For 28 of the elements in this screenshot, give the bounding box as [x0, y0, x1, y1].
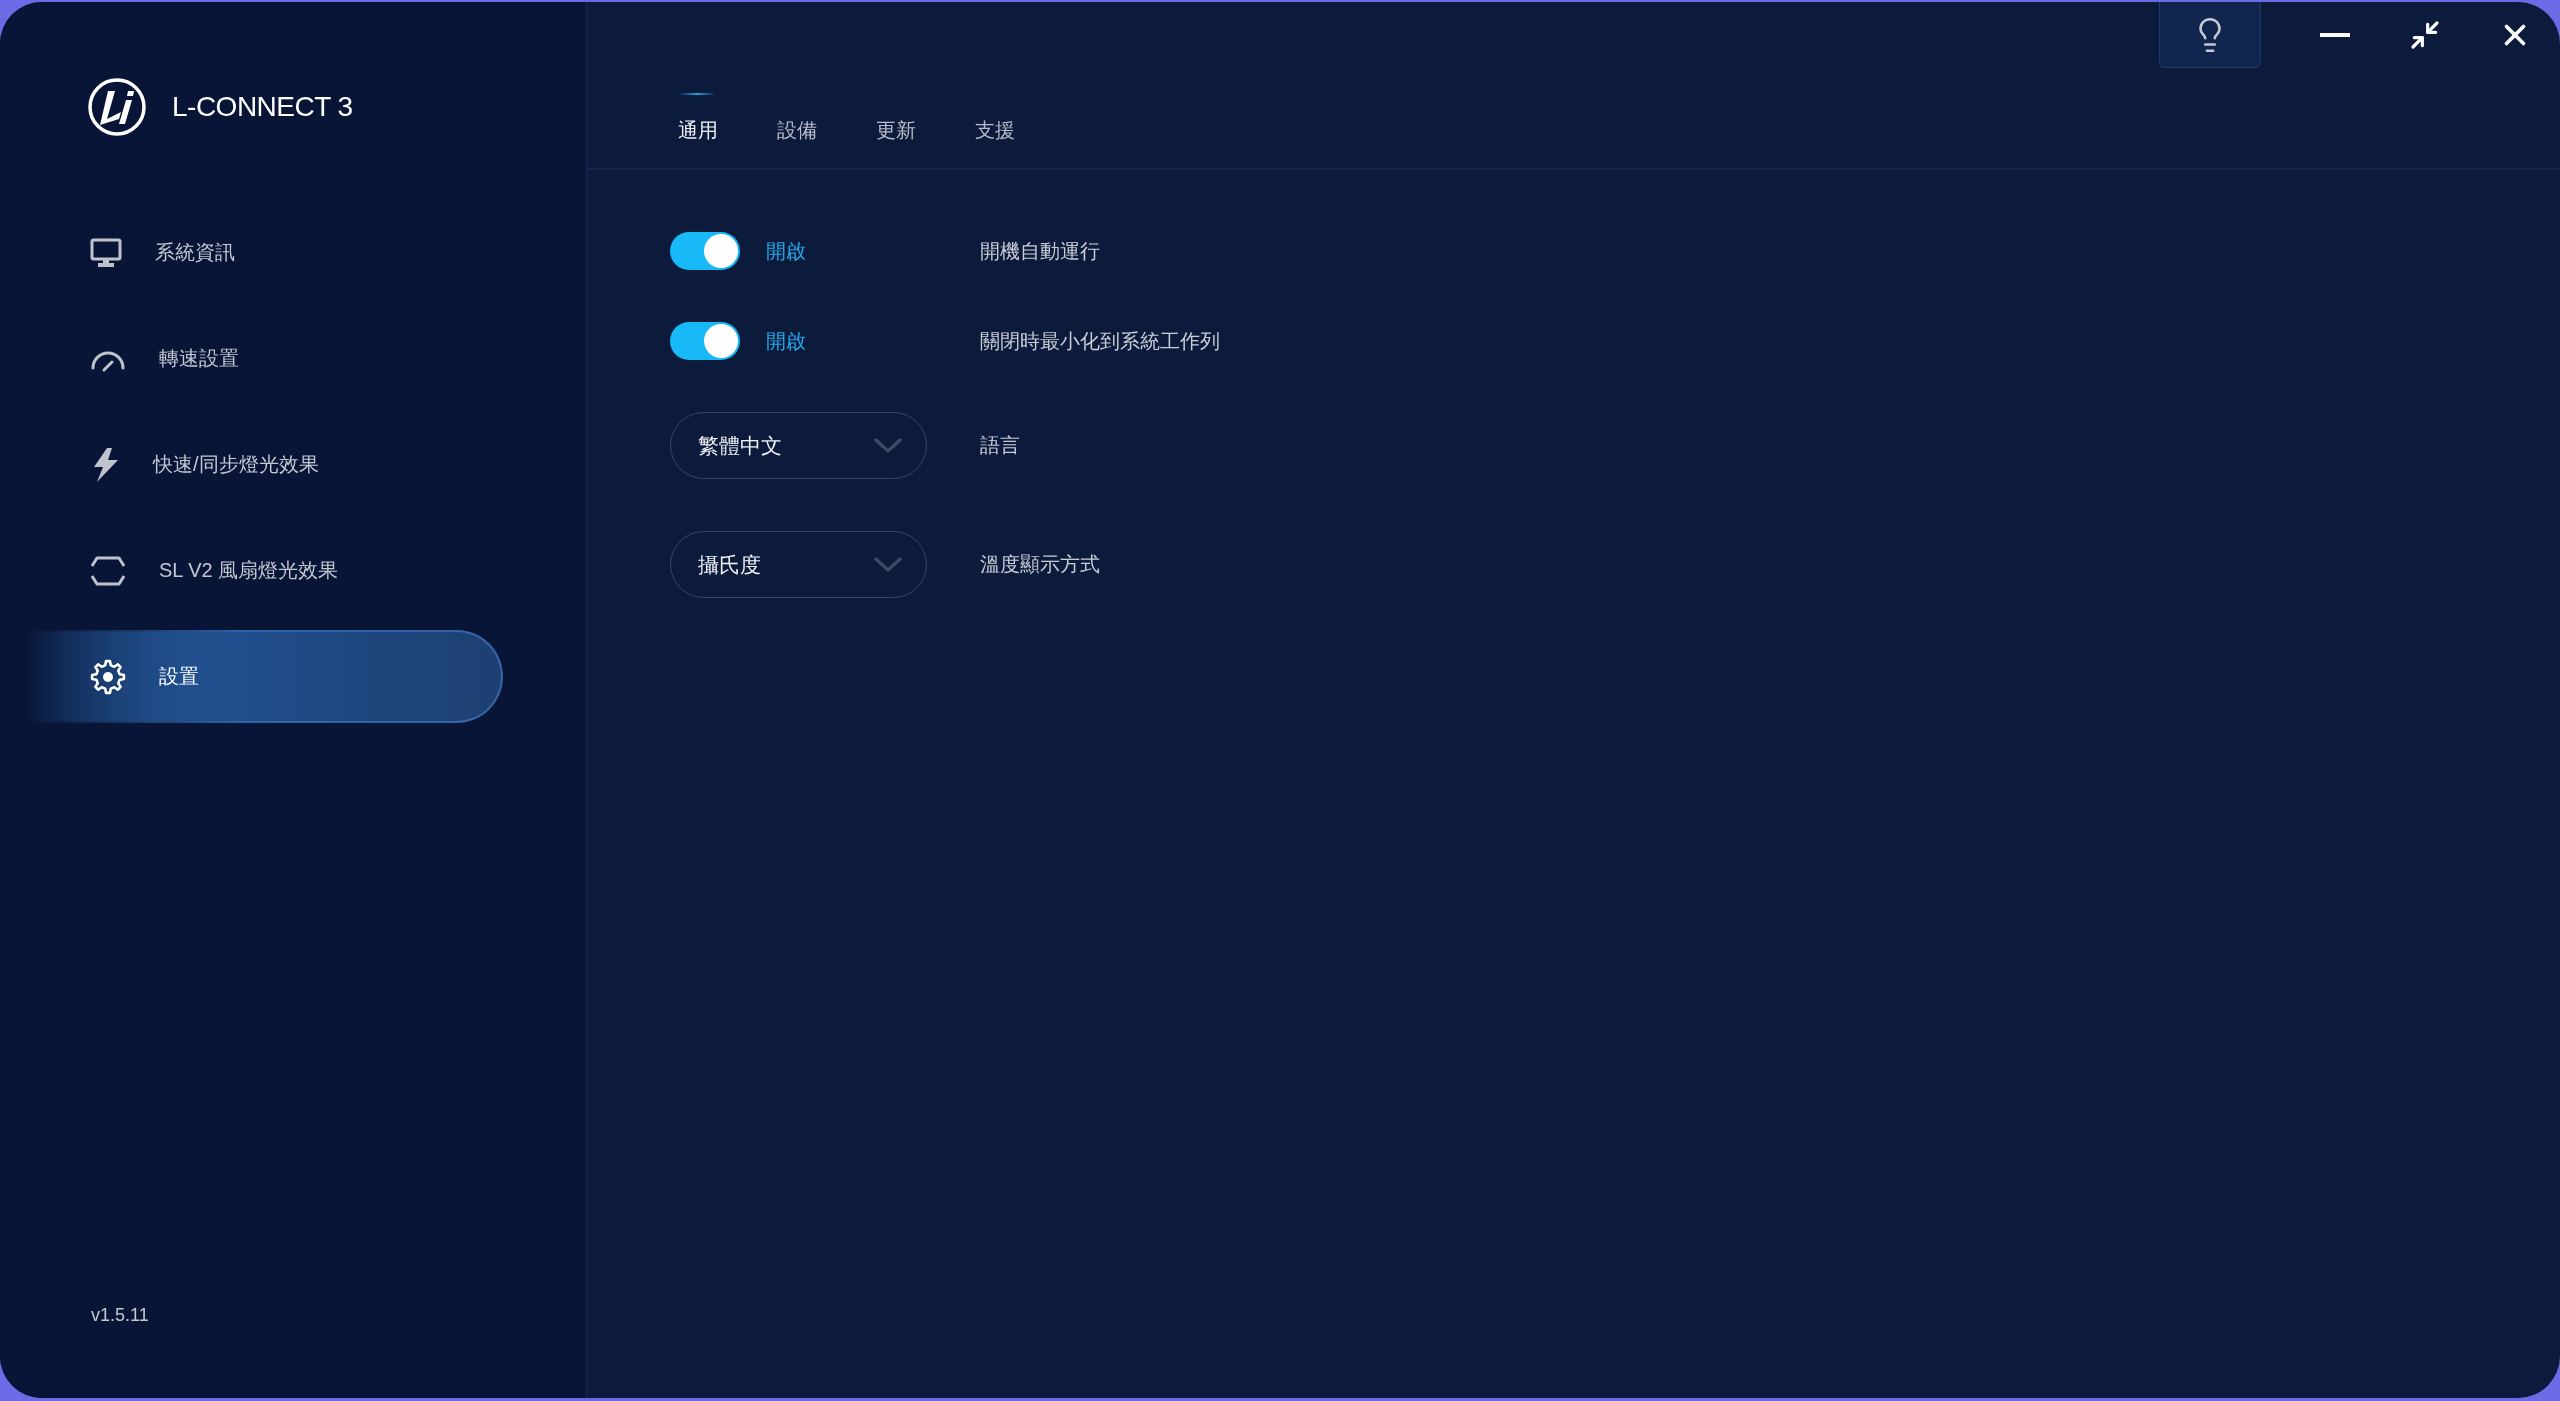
- inward-arrows-icon: [2409, 19, 2441, 51]
- gear-icon: [90, 658, 126, 695]
- toggle-switch[interactable]: [670, 232, 740, 270]
- tab[interactable]: 支援: [975, 93, 1015, 142]
- nav-item[interactable]: 系統資訊: [25, 206, 503, 299]
- setting-label: 關閉時最小化到系統工作列: [980, 328, 1220, 354]
- setting-label: 語言: [980, 433, 1020, 458]
- tab[interactable]: 更新: [876, 93, 916, 142]
- toggle-state-label: 開啟: [766, 238, 806, 264]
- version-label: v1.5.11: [91, 1305, 149, 1326]
- toggle-state-label: 開啟: [766, 328, 806, 354]
- setting-label: 溫度顯示方式: [980, 552, 1100, 577]
- nav-item[interactable]: 設置: [25, 630, 503, 723]
- brackets-icon: [90, 554, 126, 587]
- minus-icon: [2320, 33, 2350, 37]
- nav-item[interactable]: SL V2 風扇燈光效果: [25, 524, 503, 617]
- chevron-down-icon: [874, 556, 902, 573]
- hint-button[interactable]: [2159, 2, 2261, 68]
- toggle-switch[interactable]: [670, 322, 740, 360]
- monitor-icon: [90, 237, 122, 268]
- nav-item[interactable]: 快速/同步燈光效果: [25, 418, 503, 511]
- tab[interactable]: 設備: [777, 93, 817, 142]
- tab[interactable]: 通用: [678, 93, 718, 142]
- setting-label: 開機自動運行: [980, 238, 1100, 264]
- chevron-down-icon: [874, 437, 902, 454]
- nav-item[interactable]: 轉速設置: [25, 312, 503, 405]
- logo-icon: [88, 78, 146, 136]
- app-title: L-CONNECT 3: [172, 91, 353, 123]
